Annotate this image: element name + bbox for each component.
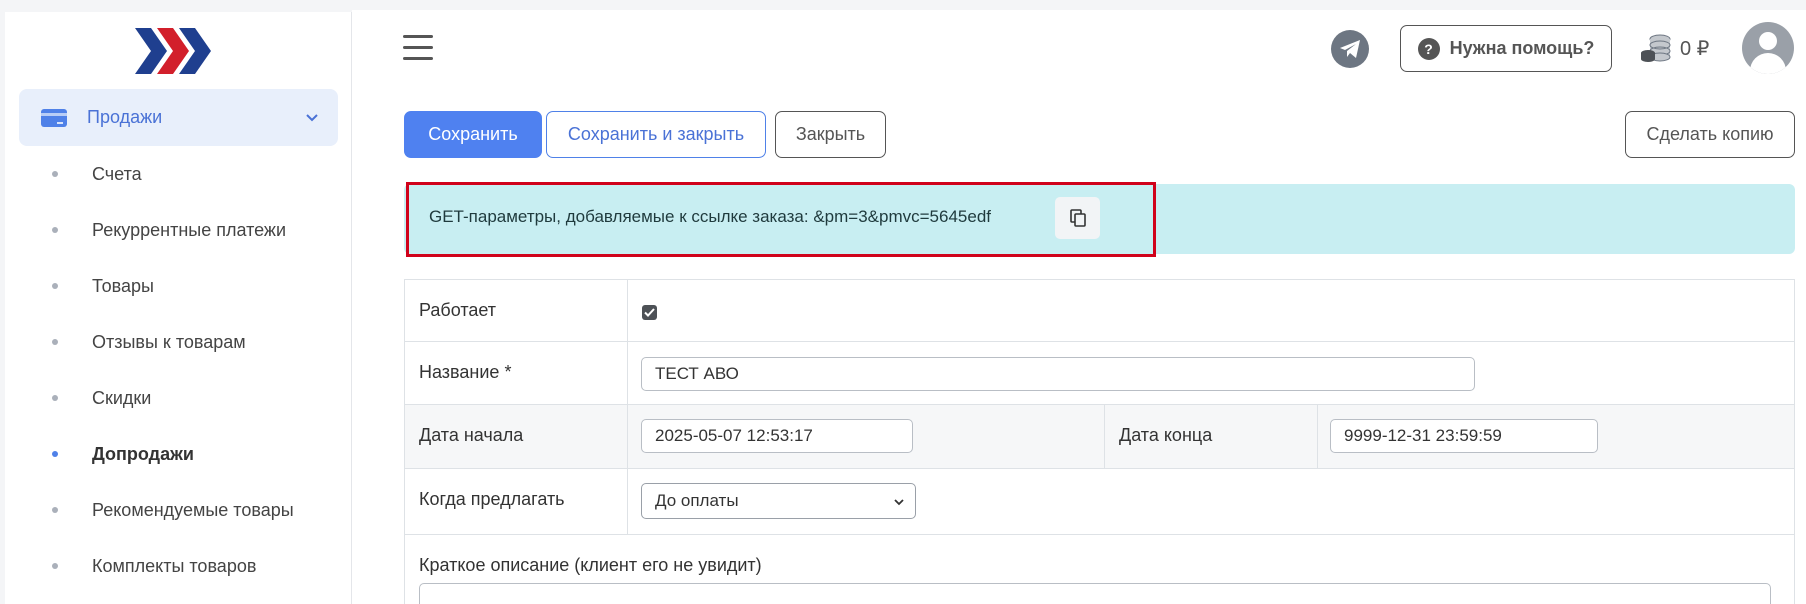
- avatar[interactable]: [1742, 22, 1794, 74]
- end-date-input[interactable]: 9999-12-31 23:59:59: [1330, 419, 1598, 453]
- chevron-down-icon: [894, 499, 904, 506]
- sidebar-item-label: Рекомендуемые товары: [92, 499, 294, 520]
- bullet-icon: [52, 171, 58, 177]
- sidebar-item-label: Рекуррентные платежи: [92, 219, 287, 240]
- close-button[interactable]: Закрыть: [775, 111, 886, 158]
- sidebar-submenu: Счета Рекуррентные платежи Товары Отзывы…: [5, 146, 352, 594]
- sidebar-item-label: Счета: [92, 163, 142, 184]
- when-offer-value: До оплаты: [655, 491, 739, 510]
- help-button[interactable]: ? Нужна помощь?: [1400, 25, 1612, 72]
- sidebar-item-label: Комплекты товаров: [92, 555, 257, 576]
- form-row-active: Работает: [405, 280, 1794, 342]
- balance[interactable]: 0 ₽: [1640, 33, 1709, 63]
- active-label: Работает: [419, 300, 497, 320]
- sidebar-item-label: Отзывы к товарам: [92, 331, 246, 352]
- sidebar-item-upsells[interactable]: Допродажи: [5, 426, 352, 482]
- sidebar-item-invoices[interactable]: Счета: [5, 146, 352, 202]
- brand-logo[interactable]: [135, 26, 217, 76]
- start-date-label: Дата начала: [419, 425, 524, 445]
- bullet-icon: [52, 507, 58, 513]
- bullet-icon: [52, 563, 58, 569]
- bullet-icon: [52, 227, 58, 233]
- save-button[interactable]: Сохранить: [404, 111, 542, 158]
- make-copy-button[interactable]: Сделать копию: [1625, 111, 1795, 158]
- name-input[interactable]: ТЕСТ АВО: [641, 357, 1475, 391]
- chevron-down-icon: [306, 113, 318, 121]
- start-date-input[interactable]: 2025-05-07 12:53:17: [641, 419, 913, 453]
- name-label: Название *: [419, 362, 512, 382]
- bullet-icon: [52, 451, 58, 457]
- credit-card-icon: [41, 108, 67, 127]
- bullet-icon: [52, 395, 58, 401]
- sidebar: Продажи Счета Рекуррентные платежи Товар…: [5, 12, 352, 604]
- help-button-label: Нужна помощь?: [1449, 38, 1595, 58]
- coins-icon: [1641, 34, 1671, 62]
- copy-params-button[interactable]: [1055, 197, 1100, 239]
- bullet-icon: [52, 283, 58, 289]
- sidebar-item-recommended-products[interactable]: Рекомендуемые товары: [5, 482, 352, 538]
- sidebar-group-label: Продажи: [87, 107, 163, 127]
- description-label: Краткое описание (клиент его не увидит): [419, 555, 762, 575]
- end-date-label: Дата конца: [1119, 425, 1213, 445]
- sidebar-item-recurring-payments[interactable]: Рекуррентные платежи: [5, 202, 352, 258]
- get-params-text: GET-параметры, добавляемые к ссылке зака…: [429, 207, 991, 226]
- sidebar-item-label: Допродажи: [92, 443, 194, 464]
- menu-toggle-icon[interactable]: [403, 35, 433, 61]
- form-row-dates: Дата начала 2025-05-07 12:53:17 Дата кон…: [405, 405, 1794, 469]
- sidebar-item-product-reviews[interactable]: Отзывы к товарам: [5, 314, 352, 370]
- bullet-icon: [52, 339, 58, 345]
- balance-value: 0 ₽: [1680, 37, 1710, 60]
- sidebar-item-label: Скидки: [92, 387, 152, 408]
- sidebar-item-discounts[interactable]: Скидки: [5, 370, 352, 426]
- form-row-name: Название * ТЕСТ АВО: [405, 342, 1794, 405]
- sidebar-item-product-bundles[interactable]: Комплекты товаров: [5, 538, 352, 594]
- sidebar-group-sales[interactable]: Продажи: [19, 89, 338, 146]
- copy-icon: [1069, 209, 1086, 227]
- save-and-close-button[interactable]: Сохранить и закрыть: [546, 111, 766, 158]
- sidebar-item-label: Товары: [92, 275, 154, 296]
- telegram-icon[interactable]: [1331, 30, 1369, 68]
- when-offer-select[interactable]: До оплаты: [641, 483, 916, 519]
- upsell-form: Работает Название * ТЕСТ АВО Дата начала…: [404, 279, 1795, 604]
- active-checkbox[interactable]: [642, 305, 657, 320]
- description-textarea[interactable]: [419, 583, 1771, 604]
- sidebar-item-products[interactable]: Товары: [5, 258, 352, 314]
- when-offer-label: Когда предлагать: [419, 489, 565, 509]
- question-icon: ?: [1417, 37, 1440, 60]
- form-row-when: Когда предлагать До оплаты: [405, 469, 1794, 535]
